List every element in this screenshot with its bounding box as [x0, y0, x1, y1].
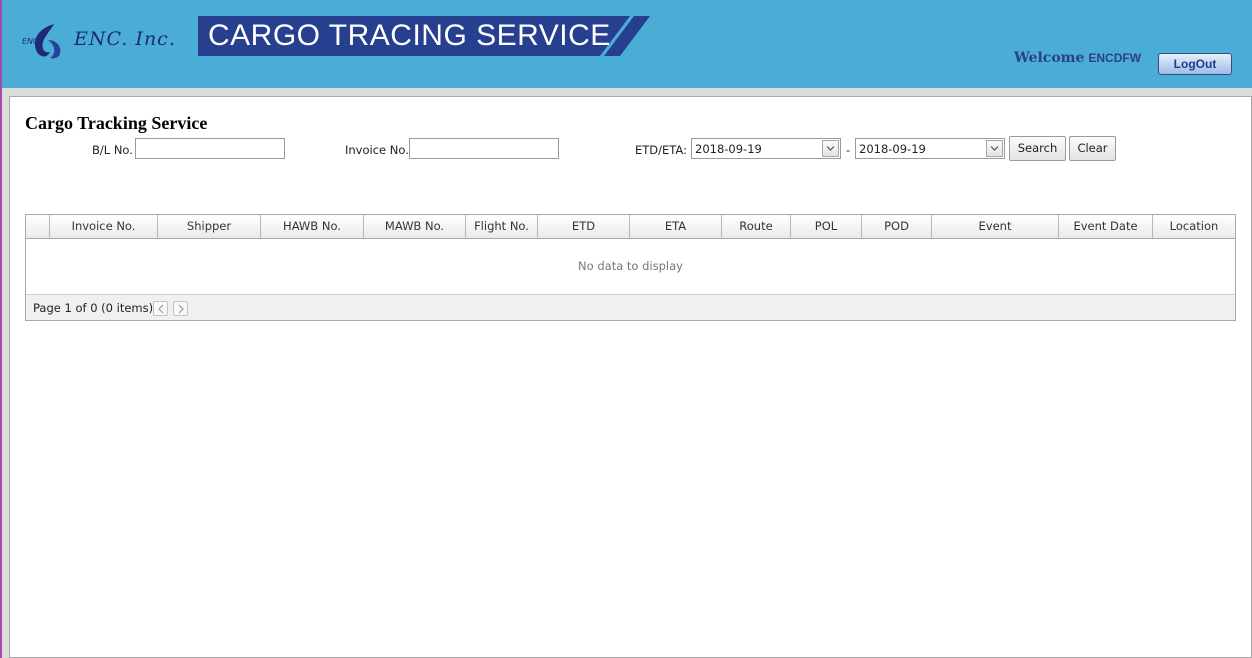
username: ENCDFW: [1088, 51, 1142, 65]
clear-button[interactable]: Clear: [1069, 136, 1116, 161]
pager-next-button[interactable]: [173, 301, 188, 316]
main-panel: Cargo Tracking Service B/L No. Invoice N…: [9, 96, 1252, 658]
chevron-left-icon: [158, 304, 164, 314]
date-to-combo[interactable]: 2018-09-19: [855, 138, 1005, 159]
pager-summary: Page 1 of 0 (0 items): [33, 301, 154, 315]
pager-prev-button[interactable]: [153, 301, 168, 316]
svg-text:ENC: ENC: [22, 37, 39, 46]
grid-empty-message: No data to display: [578, 259, 683, 273]
search-button[interactable]: Search: [1009, 136, 1066, 161]
date-from-combo[interactable]: 2018-09-19: [691, 138, 841, 159]
grid-pager: Page 1 of 0 (0 items): [26, 294, 1235, 320]
results-grid: Invoice No. Shipper HAWB No. MAWB No. Fl…: [25, 214, 1236, 321]
invoice-no-input[interactable]: [409, 138, 559, 159]
grid-header-pol[interactable]: POL: [791, 215, 862, 238]
invoice-no-label: Invoice No.: [345, 143, 409, 157]
welcome-message: Welcome ENCDFW: [1014, 50, 1141, 66]
date-to-value: 2018-09-19: [859, 142, 926, 156]
company-name: ENC. Inc.: [74, 28, 176, 50]
date-range-separator: -: [846, 143, 851, 157]
bl-no-input[interactable]: [135, 138, 285, 159]
logout-button[interactable]: LogOut: [1158, 53, 1232, 75]
grid-header-mawb-no[interactable]: MAWB No.: [364, 215, 466, 238]
window-left-edge: [0, 0, 2, 658]
grid-header-event[interactable]: Event: [932, 215, 1059, 238]
chevron-down-icon: [990, 146, 999, 151]
banner-title: CARGO TRACING SERVICE: [208, 19, 611, 52]
grid-header-etd[interactable]: ETD: [538, 215, 630, 238]
date-from-dropdown-button[interactable]: [822, 140, 839, 157]
company-logo: ENC ENC. Inc.: [20, 22, 190, 62]
grid-header-location[interactable]: Location: [1153, 215, 1235, 238]
welcome-label: Welcome: [1014, 50, 1085, 66]
grid-header-invoice-no[interactable]: Invoice No.: [50, 215, 158, 238]
bl-no-label: B/L No.: [92, 143, 133, 157]
grid-header-row: Invoice No. Shipper HAWB No. MAWB No. Fl…: [26, 215, 1235, 239]
app-header: ENC ENC. Inc. CARGO TRACING SERVICE Welc…: [2, 0, 1252, 88]
chevron-right-icon: [178, 304, 184, 314]
chevron-down-icon: [826, 146, 835, 151]
grid-header-route[interactable]: Route: [722, 215, 791, 238]
date-to-dropdown-button[interactable]: [986, 140, 1003, 157]
etd-eta-label: ETD/ETA:: [635, 143, 687, 157]
enc-logo-icon: ENC: [22, 24, 61, 59]
grid-header-shipper[interactable]: Shipper: [158, 215, 261, 238]
date-from-value: 2018-09-19: [695, 142, 762, 156]
grid-header-select[interactable]: [26, 215, 50, 238]
service-banner: CARGO TRACING SERVICE: [198, 16, 650, 56]
grid-header-event-date[interactable]: Event Date: [1059, 215, 1153, 238]
grid-header-flight-no[interactable]: Flight No.: [466, 215, 538, 238]
grid-header-eta[interactable]: ETA: [630, 215, 722, 238]
grid-header-pod[interactable]: POD: [862, 215, 932, 238]
page-title: Cargo Tracking Service: [25, 113, 208, 133]
grid-header-hawb-no[interactable]: HAWB No.: [261, 215, 364, 238]
